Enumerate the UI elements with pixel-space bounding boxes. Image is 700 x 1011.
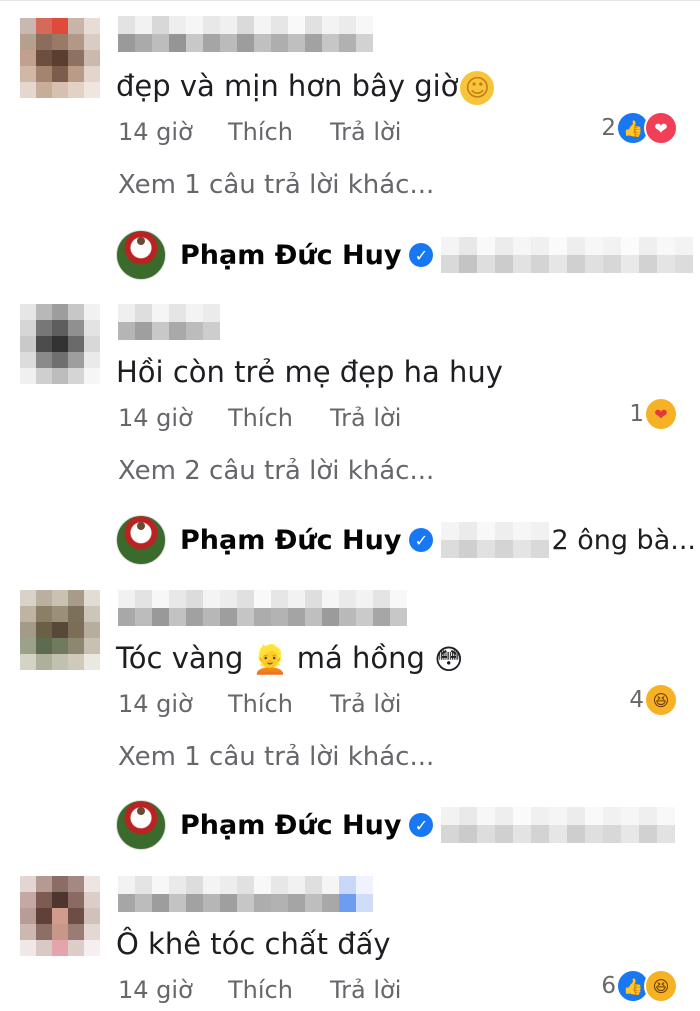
verified-badge-icon: ✓ bbox=[409, 813, 434, 837]
reply-button[interactable]: Trả lời bbox=[330, 690, 401, 718]
verified-badge-icon: ✓ bbox=[409, 528, 434, 552]
reply-author-name[interactable]: Phạm Đức Huy bbox=[180, 810, 401, 841]
view-more-replies-link[interactable]: Xem 1 câu trả lời khác... bbox=[118, 742, 434, 772]
reply-author-avatar[interactable] bbox=[116, 230, 166, 280]
comment-time: 14 giờ bbox=[118, 118, 193, 146]
view-more-replies-link[interactable]: Xem 1 câu trả lời khác... bbox=[118, 170, 434, 200]
view-more-replies-link[interactable]: Xem 2 câu trả lời khác... bbox=[118, 456, 434, 486]
avatar[interactable] bbox=[20, 590, 100, 670]
blurred-reply-text bbox=[441, 237, 696, 273]
avatar[interactable] bbox=[20, 304, 100, 384]
reaction-count: 2 bbox=[601, 115, 616, 141]
reply-author-avatar[interactable] bbox=[116, 800, 166, 850]
reply-preview[interactable]: Phạm Đức Huy ✓ bbox=[116, 230, 696, 280]
comment-time: 14 giờ bbox=[118, 976, 193, 1004]
like-button[interactable]: Thích bbox=[228, 404, 293, 432]
comment-text: Tóc vàng 👱 má hồng 😳 bbox=[116, 640, 463, 677]
reply-preview-text bbox=[441, 807, 693, 843]
avatar[interactable] bbox=[20, 876, 100, 956]
blurred-commenter-name[interactable] bbox=[118, 590, 407, 626]
comment-time: 14 giờ bbox=[118, 690, 193, 718]
reply-preview[interactable]: Phạm Đức Huy ✓ 2 ông bà... bbox=[116, 515, 696, 565]
haha-icon: 😆 bbox=[644, 683, 678, 717]
comment-text-after: má hồng bbox=[296, 641, 425, 675]
comment-text: Hồi còn trẻ mẹ đẹp ha huy bbox=[116, 355, 503, 389]
reaction-summary[interactable]: 2 👍 ❤ bbox=[601, 111, 678, 145]
verified-badge-icon: ✓ bbox=[409, 243, 434, 267]
like-button[interactable]: Thích bbox=[228, 118, 293, 146]
haha-icon: 😆 bbox=[644, 969, 678, 1003]
reaction-count: 6 bbox=[601, 973, 616, 999]
blurred-commenter-name[interactable] bbox=[118, 16, 373, 52]
reply-author-name[interactable]: Phạm Đức Huy bbox=[180, 525, 401, 556]
like-button[interactable]: Thích bbox=[228, 690, 293, 718]
reply-author-name[interactable]: Phạm Đức Huy bbox=[180, 240, 401, 271]
reaction-count: 1 bbox=[629, 401, 644, 427]
blurred-reply-text bbox=[441, 807, 693, 843]
comment-text: đẹp và mịn hơn bây giờ ☺ bbox=[116, 68, 495, 105]
love-icon: ❤ bbox=[644, 111, 678, 145]
avatar[interactable] bbox=[20, 18, 100, 98]
flushed-face-emoji-icon: 😳 bbox=[434, 643, 464, 676]
comment-thread: đẹp và mịn hơn bây giờ ☺ 14 giờ Thích Trả… bbox=[0, 0, 700, 1011]
comment-text-before: Tóc vàng bbox=[116, 641, 244, 675]
reply-preview-text: 2 ông bà... bbox=[441, 522, 696, 558]
blond-person-emoji-icon: 👱 bbox=[252, 643, 288, 676]
blurred-commenter-name[interactable] bbox=[118, 876, 373, 912]
reply-button[interactable]: Trả lời bbox=[330, 118, 401, 146]
divider bbox=[0, 0, 700, 1]
blurred-reply-text bbox=[441, 522, 550, 558]
comment-time: 14 giờ bbox=[118, 404, 193, 432]
reaction-summary[interactable]: 1 ❤ bbox=[629, 397, 678, 431]
reaction-summary[interactable]: 4 😆 bbox=[629, 683, 678, 717]
comment-text: Ô khê tóc chất đấy bbox=[116, 927, 391, 961]
reply-preview-text bbox=[441, 237, 696, 273]
comment-text-body: đẹp và mịn hơn bây giờ bbox=[116, 69, 459, 103]
smiling-emoji-icon: ☺ bbox=[460, 71, 495, 105]
reply-button[interactable]: Trả lời bbox=[330, 404, 401, 432]
reply-author-avatar[interactable] bbox=[116, 515, 166, 565]
like-button[interactable]: Thích bbox=[228, 976, 293, 1004]
reaction-summary[interactable]: 6 👍 😆 bbox=[601, 969, 678, 1003]
care-icon: ❤ bbox=[644, 397, 678, 431]
reaction-count: 4 bbox=[629, 687, 644, 713]
reply-preview[interactable]: Phạm Đức Huy ✓ bbox=[116, 800, 693, 850]
reply-button[interactable]: Trả lời bbox=[330, 976, 401, 1004]
reply-preview-tail: 2 ông bà... bbox=[551, 524, 696, 556]
blurred-commenter-name[interactable] bbox=[118, 304, 220, 340]
